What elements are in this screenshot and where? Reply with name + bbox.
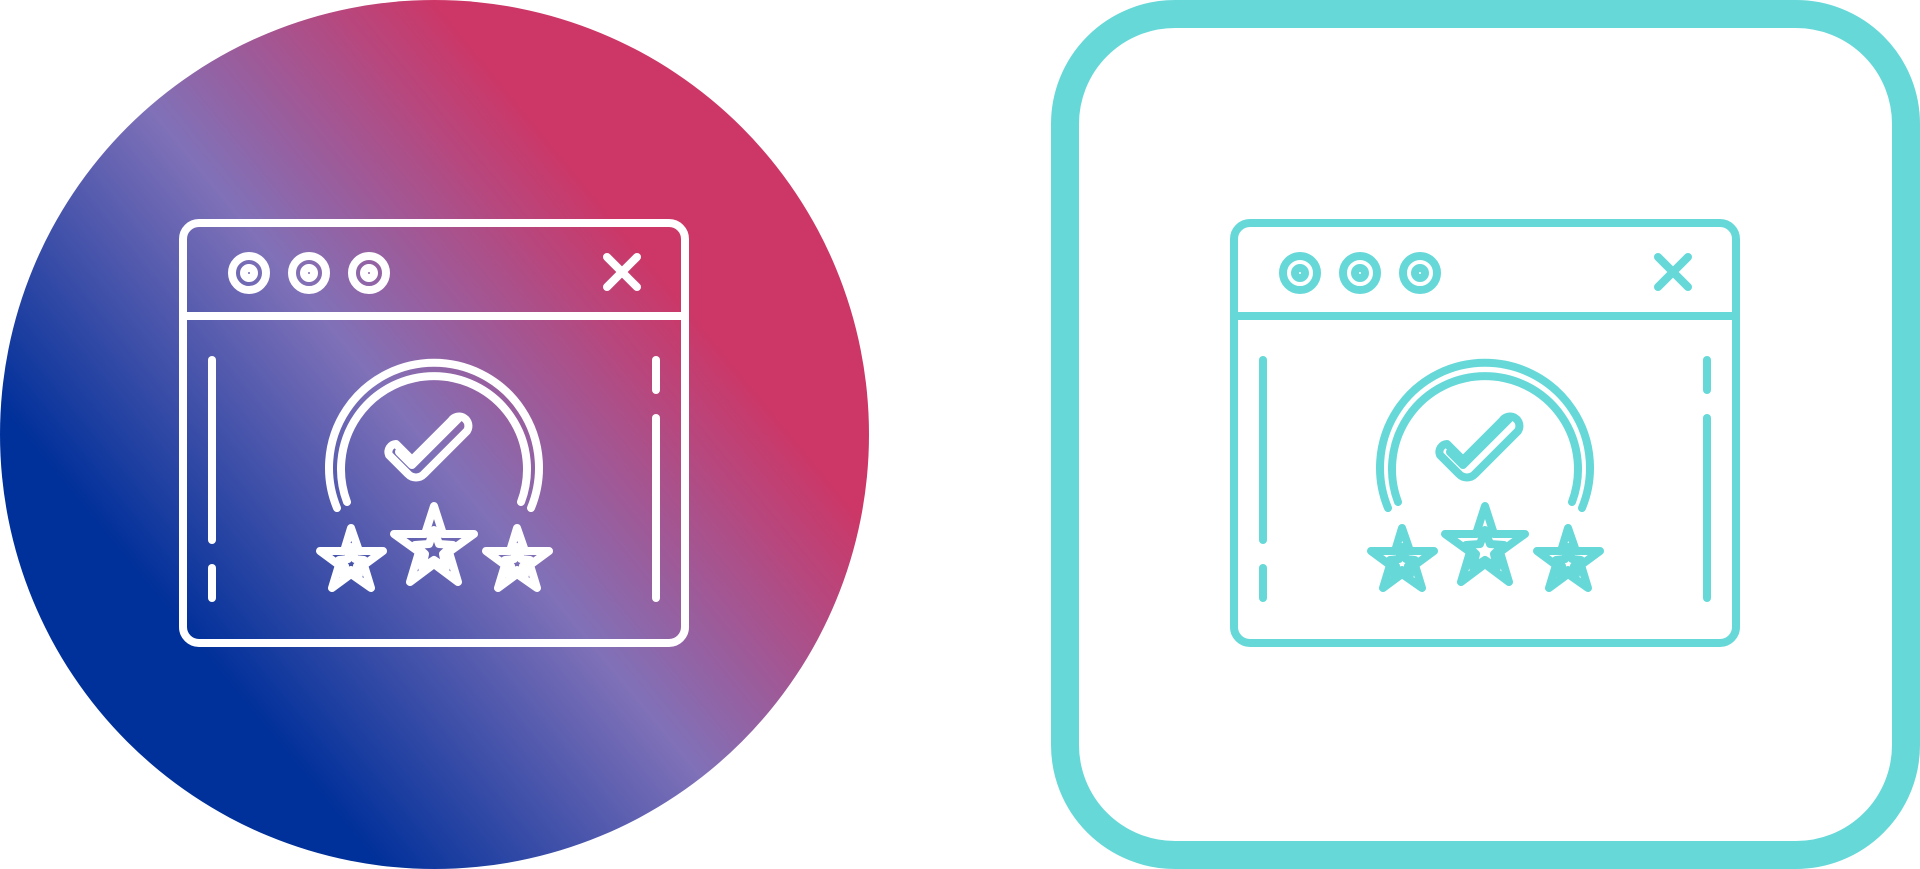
window-button-icon <box>1291 264 1309 282</box>
window-button-icon <box>1339 252 1381 294</box>
window-button-icon <box>1399 252 1441 294</box>
window-button-icon <box>1351 264 1369 282</box>
star-icon <box>1441 502 1529 586</box>
close-icon <box>1654 253 1692 291</box>
website-rating-icon <box>1230 219 1740 647</box>
gradient-variant <box>0 0 869 869</box>
icon-sheet <box>0 0 1920 869</box>
outline-variant <box>1051 0 1920 869</box>
outline-variant-svg <box>1051 0 1920 869</box>
window-button-icon <box>1411 264 1429 282</box>
window-button-icon <box>1279 252 1321 294</box>
gradient-variant-svg <box>0 0 869 869</box>
